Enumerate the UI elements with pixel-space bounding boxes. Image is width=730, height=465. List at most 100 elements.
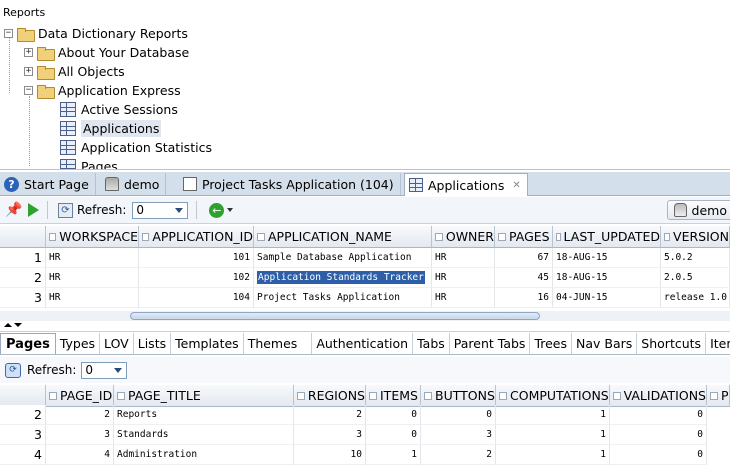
cell-application-id[interactable]: 102 [139,268,254,288]
column-menu-icon[interactable] [664,232,671,241]
column-header-partial[interactable]: P [707,385,730,407]
cell-page-title[interactable]: Administration [114,445,294,465]
row-number[interactable]: 2 [0,268,46,288]
tab-project-tasks-application[interactable]: Project Tasks Application (104) [179,173,401,195]
row-number[interactable]: 3 [0,288,46,308]
column-header-pages[interactable]: PAGES [495,226,553,248]
cell-computations[interactable]: 1 [496,445,610,465]
cell-regions[interactable]: 10 [294,445,366,465]
cell-items[interactable]: 1 [366,445,421,465]
column-menu-icon[interactable] [49,232,57,241]
scrollbar-thumb[interactable] [130,312,540,320]
column-menu-icon[interactable] [498,232,506,241]
column-header-owner[interactable]: OWNER [432,226,495,248]
cell-owner[interactable]: HR [432,288,495,308]
freeze-view-icon[interactable]: ⟳ [5,362,21,378]
tree-item-applications[interactable]: Applications [60,119,162,138]
cell-workspace[interactable]: HR [46,288,139,308]
column-menu-icon[interactable] [435,232,443,241]
connection-selector[interactable]: demo [666,200,730,220]
tree-item-about-your-database[interactable]: + About Your Database [24,43,189,62]
collapse-up-icon[interactable] [4,323,12,327]
cell-page-title[interactable]: Reports [114,405,294,425]
back-dropdown-icon[interactable] [227,208,234,212]
column-header-workspace[interactable]: WORKSPACE [46,226,139,248]
column-header-version[interactable]: VERSION [661,226,730,248]
row-number[interactable]: 4 [0,445,46,465]
collapse-icon[interactable]: − [4,29,13,38]
column-header-page-title[interactable]: PAGE_TITLE [114,385,294,407]
row-number[interactable]: 1 [0,248,46,268]
cell-application-id[interactable]: 104 [139,288,254,308]
tree-item-data-dictionary-reports[interactable]: − Data Dictionary Reports [4,24,188,43]
column-header-computations[interactable]: COMPUTATIONS [496,385,610,407]
column-menu-icon[interactable] [257,232,265,241]
subtab-lov[interactable]: LOV [100,333,134,354]
tree-item-pages[interactable]: Pages [60,157,118,169]
collapse-icon[interactable]: − [24,86,33,95]
cell-computations[interactable]: 1 [496,405,610,425]
cell-pages[interactable]: 45 [495,268,553,288]
cell-validations[interactable]: 0 [610,405,707,425]
subtab-authentication[interactable]: Authentication [312,333,414,354]
horizontal-scrollbar[interactable] [0,311,730,321]
subtab-lists[interactable]: Lists [134,333,172,354]
row-number[interactable]: 2 [0,405,46,425]
tree-item-active-sessions[interactable]: Active Sessions [60,100,178,119]
back-arrow-icon[interactable]: ← [209,202,225,218]
subtab-nav-bars[interactable]: Nav Bars [572,333,638,354]
column-header-items[interactable]: ITEMS [366,385,421,407]
subtab-shortcuts[interactable]: Shortcuts [637,333,707,354]
cell-last-updated[interactable]: 18-AUG-15 [553,268,661,288]
cell-validations[interactable]: 0 [610,425,707,445]
tab-start-page[interactable]: ? Start Page [0,173,96,195]
pin-icon[interactable]: 📌 [5,202,22,218]
subtab-themes[interactable]: Themes [244,333,313,354]
subtab-items[interactable]: Items [706,333,730,354]
cell-page-id[interactable]: 2 [46,405,114,425]
column-header-buttons[interactable]: BUTTONS [421,385,496,407]
column-header-page-id[interactable]: PAGE_ID [46,385,114,407]
subtab-tabs[interactable]: Tabs [413,333,450,354]
cell-version[interactable]: 5.0.2 [661,248,730,268]
cell-last-updated[interactable]: 18-AUG-15 [553,248,661,268]
tree-item-application-statistics[interactable]: Application Statistics [60,138,212,157]
refresh-interval-select[interactable]: 0 [132,201,189,219]
column-menu-icon[interactable] [297,391,305,400]
expand-icon[interactable]: + [24,48,33,57]
collapse-down-icon[interactable] [14,323,22,327]
subtab-templates[interactable]: Templates [171,333,244,354]
tab-demo[interactable]: demo [101,173,167,195]
cell-owner[interactable]: HR [432,268,495,288]
cell-page-title[interactable]: Standards [114,425,294,445]
tab-applications[interactable]: Applications ✕ [404,173,528,196]
cell-items[interactable]: 0 [366,425,421,445]
cell-workspace[interactable]: HR [46,268,139,288]
cell-regions[interactable]: 3 [294,425,366,445]
column-menu-icon[interactable] [117,391,125,400]
row-number[interactable]: 3 [0,425,46,445]
expand-icon[interactable]: + [24,67,33,76]
cell-application-name[interactable]: Sample Database Application [254,248,432,268]
column-menu-icon[interactable] [499,391,507,400]
cell-application-name[interactable]: Project Tasks Application [254,288,432,308]
subtab-types[interactable]: Types [56,333,101,354]
column-header-last-updated[interactable]: LAST_UPDATED [553,226,661,248]
column-menu-icon[interactable] [424,391,432,400]
column-menu-icon[interactable] [556,232,561,241]
column-header-validations[interactable]: VALIDATIONS [610,385,707,407]
cell-page-id[interactable]: 4 [46,445,114,465]
column-menu-icon[interactable] [710,391,718,400]
tree-item-application-express[interactable]: − Application Express [24,81,181,100]
cell-version[interactable]: 2.0.5 [661,268,730,288]
column-header-application-name[interactable]: APPLICATION_NAME [254,226,432,248]
tree-item-all-objects[interactable]: + All Objects [24,62,125,81]
column-header-regions[interactable]: REGIONS [294,385,366,407]
subtab-parent-tabs[interactable]: Parent Tabs [450,333,531,354]
cell-pages[interactable]: 67 [495,248,553,268]
column-menu-icon[interactable] [369,391,377,400]
cell-pages[interactable]: 16 [495,288,553,308]
cell-buttons[interactable]: 2 [421,445,496,465]
detail-refresh-interval-select[interactable]: 0 [81,361,128,379]
column-menu-icon[interactable] [49,391,57,400]
